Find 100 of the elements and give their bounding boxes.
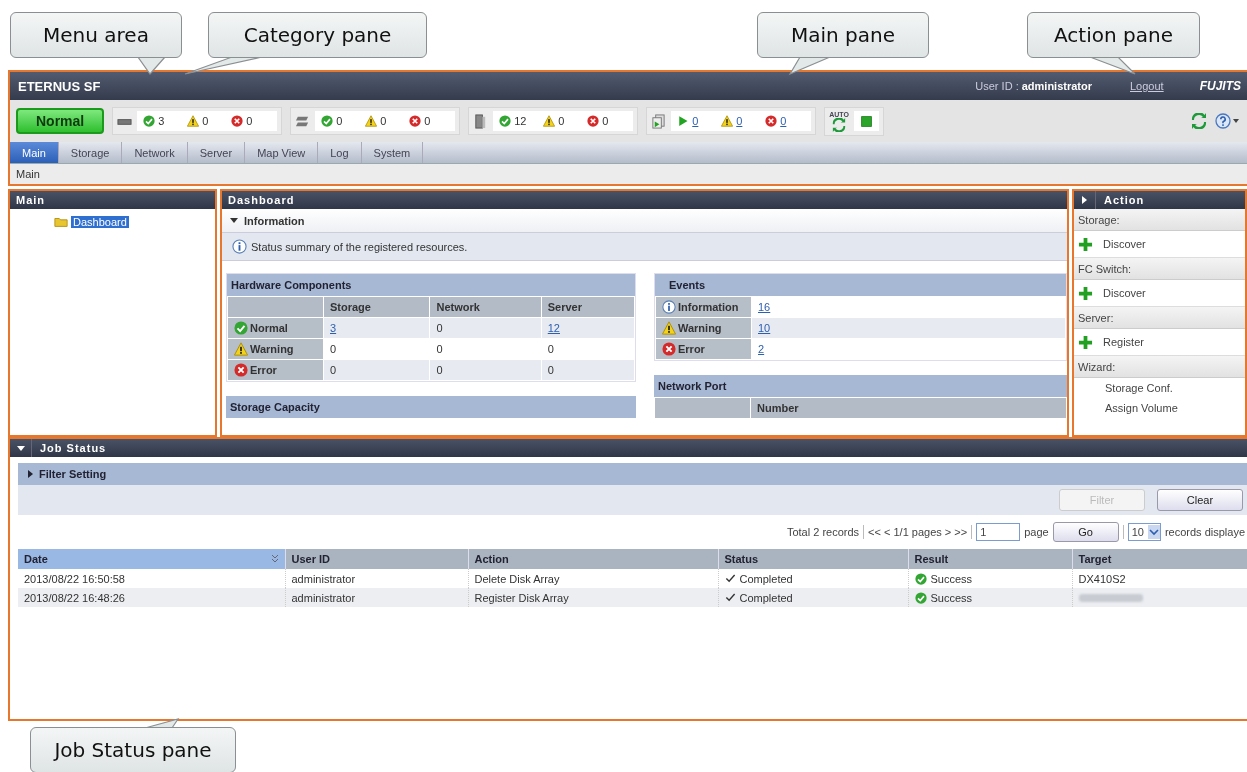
column-header: Storage [323,296,430,318]
callout-label: Job Status pane [30,727,236,772]
caret-icon [1233,119,1239,123]
count-link[interactable]: 2 [758,343,765,355]
product-title: ETERNUS SF [18,78,102,94]
count-link[interactable]: 10 [758,322,771,334]
records-dropdown[interactable]: 10 [1127,523,1161,541]
action-link[interactable]: Discover [1103,238,1146,250]
check-circle-icon [499,115,512,127]
column-header[interactable]: Action [468,549,718,569]
action-link[interactable]: Assign Volume [1105,402,1178,414]
page-label: page [1024,526,1049,538]
column-header: Network [429,296,542,318]
column-header[interactable]: Result [908,549,1072,569]
check-circle-icon [914,591,927,604]
count-link[interactable]: 12 [547,322,560,334]
table-cell: 0 [436,322,443,334]
table-title: Network Port [658,380,727,392]
section-label: Server: [1078,311,1114,324]
folder-icon [54,215,68,229]
blurred-text [1078,593,1143,602]
pane-header: Job Status [40,442,107,454]
error-icon [765,115,778,127]
tab[interactable]: Map View [245,142,319,163]
warning-icon [543,115,556,127]
error-icon [587,115,600,127]
user-id-label: User ID : [975,80,1019,92]
expanded-triangle-icon[interactable] [230,218,238,223]
check-icon [724,573,736,584]
count-value: 0 [246,115,253,127]
row-label: Warning [250,343,294,355]
table-cell: 0 [547,364,554,376]
plus-icon [1078,285,1093,301]
callout-label: Category pane [208,12,427,58]
error-icon [231,115,244,127]
table-cell: 0 [330,364,337,376]
table-title: Storage Capacity [230,401,320,413]
row-label: Error [250,364,277,376]
count-link[interactable]: 3 [330,322,337,334]
column-header[interactable]: User ID [285,549,468,569]
pane-header: Dashboard [222,191,1067,209]
info-icon [662,300,676,314]
column-header[interactable]: Status [718,549,908,569]
count-link[interactable]: 16 [758,301,771,313]
tree-item[interactable]: Dashboard [71,216,129,228]
table-cell: Register Disk Array [474,591,569,604]
table-cell: 2013/08/22 16:50:58 [24,572,125,585]
count-value: 0 [424,115,431,127]
page-navigation[interactable]: << < 1/1 pages > >> [868,526,968,538]
filter-button[interactable]: Clear [1157,489,1243,511]
tab[interactable]: Log [318,142,362,163]
count-value: 0 [558,115,565,127]
table-cell: 0 [330,343,337,355]
table-cell: 2013/08/22 16:48:26 [24,591,125,604]
table-title: Events [669,279,706,291]
status-text: Completed [739,591,793,604]
go-button[interactable]: Go [1052,522,1119,542]
row-label: Warning [678,322,722,334]
error-icon [234,363,248,377]
action-link[interactable]: Discover [1103,287,1146,299]
error-icon [409,115,422,127]
page-field[interactable]: 1 [976,523,1021,541]
count-value: 0 [602,115,609,127]
pane-header: Main [10,191,215,209]
info-icon [232,239,247,254]
column-header[interactable]: Date [18,549,285,569]
warning-icon [365,115,378,127]
square-icon [859,114,873,128]
column-header[interactable]: Target [1072,549,1247,569]
warning-icon [662,321,676,335]
count-link[interactable]: 0 [736,115,743,127]
collapsed-triangle-icon[interactable] [28,470,33,478]
tab[interactable]: Server [187,142,246,163]
table-cell: Delete Disk Array [474,572,560,585]
action-link[interactable]: Storage Conf. [1105,382,1173,394]
logout-link[interactable]: Logout [1130,80,1164,92]
section-title[interactable]: Information [244,214,305,227]
row-label: Information [678,301,739,313]
section-label: FC Switch: [1078,262,1132,275]
help-menu[interactable] [1215,113,1239,129]
status-text: Completed [739,572,793,585]
tab[interactable]: Main [10,142,59,163]
plus-icon [1078,236,1093,252]
tab[interactable]: Network [122,142,188,163]
row-label: Error [678,343,705,355]
section-label: Wizard: [1078,360,1116,373]
count-value: 0 [336,115,343,127]
callout-label: Menu area [10,12,182,58]
count-link[interactable]: 0 [692,115,699,127]
overall-status-button[interactable]: Normal [16,108,105,134]
tab[interactable]: System [361,142,424,163]
user-name: administrator [1021,80,1092,92]
table-cell: DX410S2 [1078,572,1126,585]
action-link[interactable]: Register [1103,336,1144,348]
refresh-icon [832,117,847,132]
section-title[interactable]: Filter Setting [39,468,107,480]
tab[interactable]: Storage [58,142,123,163]
warning-icon [187,115,200,127]
error-icon [662,342,676,356]
count-link[interactable]: 0 [780,115,787,127]
